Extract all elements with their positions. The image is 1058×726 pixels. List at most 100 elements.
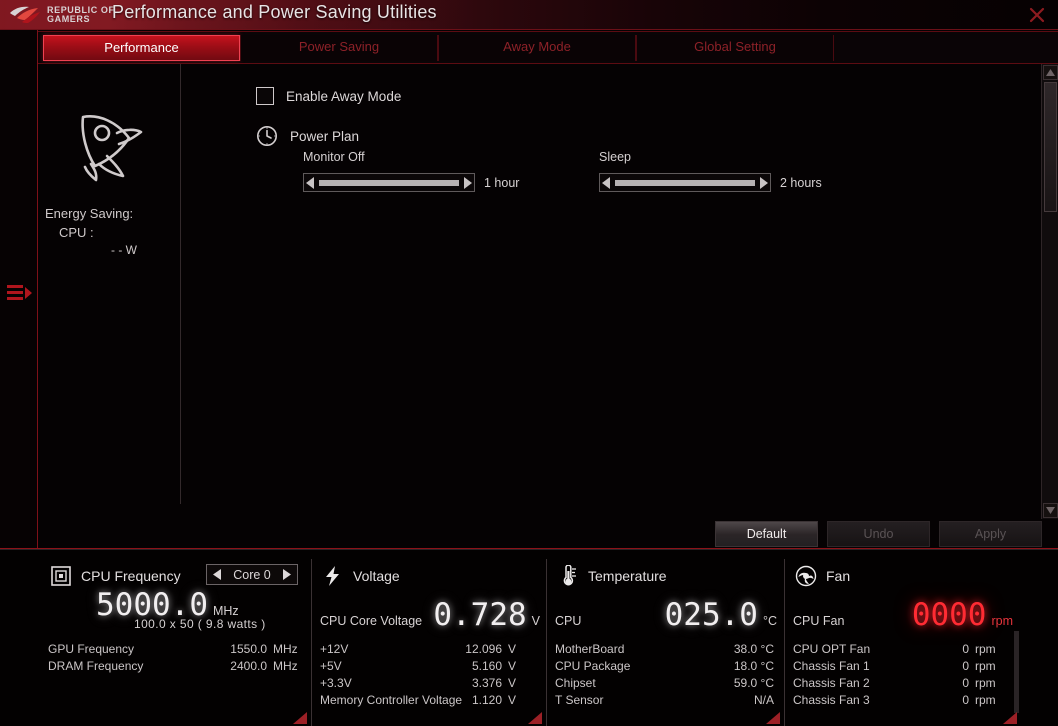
row-label: +12V (320, 642, 349, 656)
left-rail (0, 30, 38, 548)
list-item: GPU Frequency 1550.0 MHz (48, 641, 301, 658)
tab-power-saving[interactable]: Power Saving (240, 35, 438, 61)
row-unit: V (508, 676, 517, 690)
monitor-off-decrement-icon[interactable] (304, 176, 317, 189)
hardware-monitor-bar: CPU Frequency Core 0 5000.0 MHz 100.0 x … (0, 549, 1058, 726)
energy-saving-label: Energy Saving: (45, 206, 134, 221)
expand-panel-button[interactable] (7, 282, 33, 304)
cpu-frequency-subline: 100.0 x 50 ( 9.8 watts ) (134, 617, 266, 631)
menu-arrow-icon (7, 285, 32, 300)
apply-button[interactable]: Apply (939, 521, 1042, 547)
chevron-down-icon (1046, 507, 1055, 514)
close-button[interactable] (1022, 2, 1052, 28)
scroll-up-button[interactable] (1043, 65, 1058, 80)
row-unit: V (508, 693, 517, 707)
cpu-core-voltage-unit: V (531, 614, 540, 628)
tab-global-setting[interactable]: Global Setting (636, 35, 834, 61)
bolt-icon (326, 566, 339, 586)
panel-corner-accent (1003, 712, 1017, 724)
tab-bar: Performance Power Saving Away Mode Globa… (38, 31, 1058, 64)
row-label: +3.3V (320, 676, 352, 690)
cpu-temperature-readout: CPU 025.0 °C (555, 597, 777, 633)
list-item: CPU Package 18.0 °C (555, 658, 774, 675)
list-item: +5V 5.160 V (320, 658, 536, 675)
row-value: 2400.0 (230, 659, 267, 673)
core-selector-value: Core 0 (233, 567, 271, 582)
panel-corner-accent (528, 712, 542, 724)
sleep-increment-icon[interactable] (757, 176, 770, 189)
rog-wordmark: REPUBLIC OF GAMERS (47, 6, 115, 24)
fan-icon (795, 565, 817, 587)
fan-rows: CPU OPT Fan 0 rpm Chassis Fan 1 0 rpm Chas… (793, 641, 1003, 709)
cpu-fan-label: CPU Fan (793, 614, 845, 628)
row-label: Memory Controller Voltage (320, 693, 463, 707)
energy-cpu-value: - - W (111, 243, 137, 257)
cpu-core-voltage-value: 0.728 (433, 597, 527, 633)
cpu-temperature-unit: °C (762, 614, 777, 628)
row-label: T Sensor (555, 693, 604, 707)
row-label: DRAM Frequency (48, 659, 144, 673)
row-label: MotherBoard (555, 642, 625, 656)
row-value: 0 (962, 659, 969, 673)
cpu-frequency-unit: MHz (212, 604, 239, 618)
tab-away-mode[interactable]: Away Mode (438, 35, 636, 61)
cpu-core-voltage-readout: CPU Core Voltage 0.728 V (320, 597, 540, 633)
scrollbar-thumb[interactable] (1044, 82, 1057, 212)
row-unit: rpm (975, 659, 996, 673)
away-mode-row: Enable Away Mode (256, 87, 401, 105)
row-label: Chassis Fan 2 (793, 676, 870, 690)
chevron-up-icon (1046, 69, 1055, 76)
scroll-down-button[interactable] (1043, 503, 1058, 518)
row-label: +5V (320, 659, 342, 673)
cpu-frequency-title: CPU Frequency (81, 568, 181, 584)
list-item: Chassis Fan 3 0 rpm (793, 692, 1003, 709)
row-unit: V (508, 642, 517, 656)
row-label: CPU Package (555, 659, 631, 673)
tab-performance[interactable]: Performance (43, 35, 240, 61)
row-label: Chassis Fan 3 (793, 693, 870, 707)
energy-cpu-label: CPU : (59, 225, 94, 240)
voltage-panel: Voltage CPU Core Voltage 0.728 V +12V 12… (312, 559, 547, 726)
default-button[interactable]: Default (715, 521, 818, 547)
row-value: 38.0 °C (733, 642, 774, 656)
temperature-title: Temperature (588, 568, 667, 584)
row-value: 18.0 °C (733, 659, 774, 673)
cpu-frequency-rows: GPU Frequency 1550.0 MHz DRAM Frequency 2… (48, 641, 301, 675)
row-value: 5.160 (471, 659, 502, 673)
page-title: Performance and Power Saving Utilities (112, 2, 437, 22)
core-prev-icon[interactable] (213, 569, 221, 580)
cpu-temperature-label: CPU (555, 614, 582, 628)
cpu-temperature-value: 025.0 (664, 597, 758, 633)
cpu-fan-value: 0000 (911, 597, 987, 633)
sleep-value: 2 hours (780, 175, 822, 190)
row-label: Chassis Fan 1 (793, 659, 870, 673)
row-value: 1550.0 (230, 642, 267, 656)
undo-button[interactable]: Undo (827, 521, 930, 547)
row-unit: rpm (975, 676, 996, 690)
main-scrollbar[interactable] (1041, 64, 1058, 519)
monitor-off-track[interactable] (319, 179, 459, 186)
sleep-slider[interactable] (599, 173, 771, 192)
temperature-rows: MotherBoard 38.0 °C CPU Package 18.0 °C … (555, 641, 774, 709)
rocket-icon (81, 115, 143, 182)
row-value: 0 (962, 693, 969, 707)
settings-content: Enable Away Mode Power Plan Monitor Off (181, 64, 1041, 519)
sleep-decrement-icon[interactable] (600, 176, 613, 189)
temperature-header: Temperature (557, 565, 667, 587)
row-value: N/A (753, 693, 774, 707)
core-selector[interactable]: Core 0 (206, 564, 298, 585)
list-item: +12V 12.096 V (320, 641, 536, 658)
clock-icon (257, 126, 277, 146)
panel-corner-accent (766, 712, 780, 724)
enable-away-mode-checkbox[interactable] (256, 87, 274, 105)
list-item: DRAM Frequency 2400.0 MHz (48, 658, 301, 675)
cpu-fan-unit: rpm (991, 614, 1013, 628)
row-unit: MHz (273, 642, 298, 656)
core-next-icon[interactable] (283, 569, 291, 580)
fan-panel: Fan CPU Fan 0000 rpm CPU OPT Fan 0 rpm Ch… (785, 559, 1021, 726)
fan-list-scrollbar[interactable] (1014, 631, 1019, 713)
monitor-off-slider[interactable] (303, 173, 475, 192)
monitor-off-increment-icon[interactable] (461, 176, 474, 189)
sleep-track[interactable] (615, 179, 755, 186)
voltage-header: Voltage (322, 565, 400, 587)
